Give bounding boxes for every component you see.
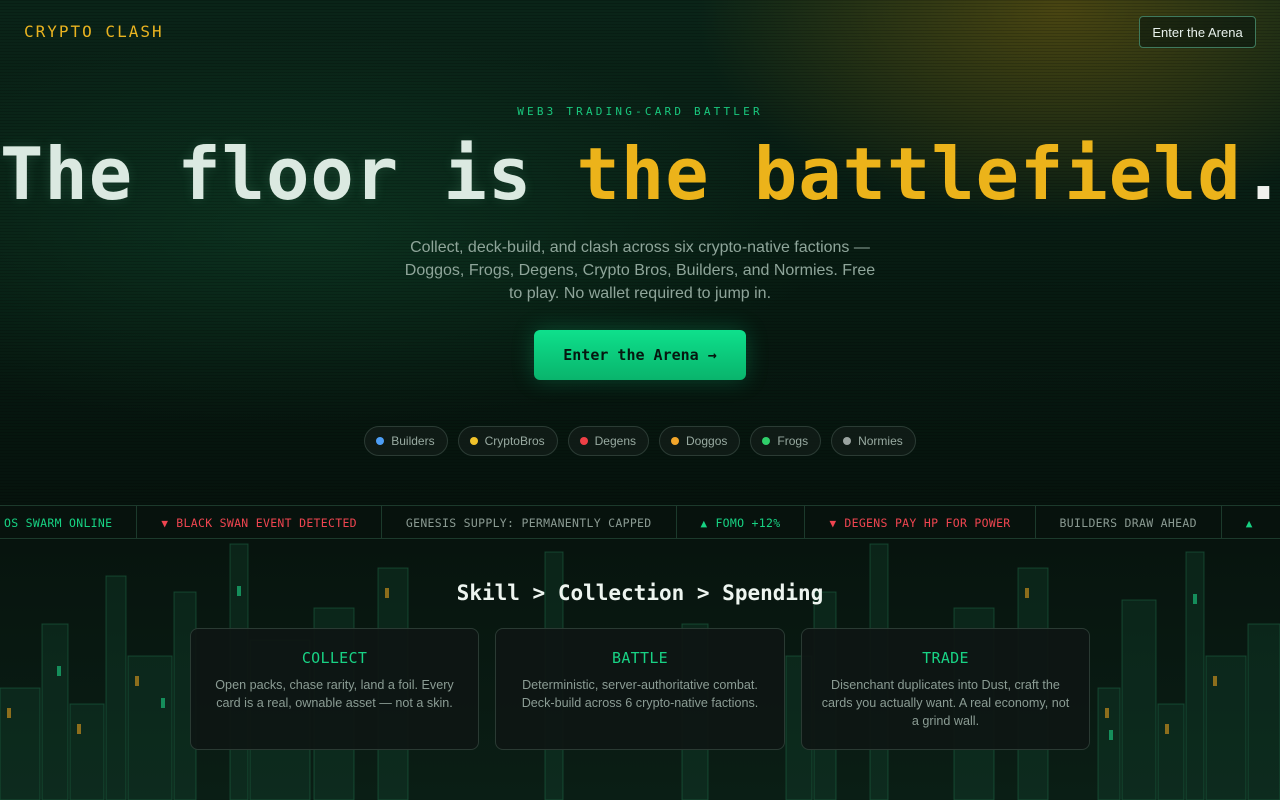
faction-label: Doggos — [686, 434, 728, 448]
hero-eyebrow: WEB3 TRADING-CARD BATTLER — [517, 105, 763, 118]
ticker-text: BUILDERS DRAW AHEAD — [1059, 516, 1197, 530]
faction-chip-degens[interactable]: Degens — [567, 426, 650, 456]
ticker-item: OS SWARM ONLINE — [0, 506, 138, 538]
headline-highlight: the battlefield — [576, 132, 1242, 216]
ticker-item: ▲ — [1222, 506, 1280, 538]
features-title: Skill > Collection > Spending — [456, 581, 824, 605]
hero-subtitle: Collect, deck-build, and clash across si… — [404, 239, 876, 302]
ticker-item: BUILDERS DRAW AHEAD — [1036, 506, 1222, 538]
faction-label: Builders — [391, 434, 435, 448]
faction-dot-icon — [376, 437, 385, 445]
faction-chip-frogs[interactable]: Frogs — [750, 426, 822, 456]
nav-enter-arena-button[interactable]: Enter the Arena — [1139, 16, 1256, 48]
faction-label: Degens — [594, 434, 637, 448]
ticker-item: GENESIS SUPPLY: PERMANENTLY CAPPED — [382, 506, 677, 538]
feature-card-body: Deterministic, server-authoritative comb… — [521, 678, 759, 710]
feature-card-title: TRADE — [922, 649, 969, 667]
hero-headline: The floor is the battlefield. — [0, 128, 1280, 220]
feature-card-title: COLLECT — [301, 649, 368, 667]
faction-label: Normies — [858, 434, 903, 448]
feature-card-body: Disenchant duplicates into Dust, craft t… — [821, 678, 1070, 728]
ticker-item: ▼ DEGENS PAY HP FOR POWER — [805, 506, 1036, 538]
feature-card-collect: COLLECT Open packs, chase rarity, land a… — [190, 628, 479, 750]
ticker-track: OS SWARM ONLINE ▼ BLACK SWAN EVENT DETEC… — [0, 506, 1280, 538]
faction-chip-cryptobros[interactable]: CryptoBros — [457, 426, 558, 456]
faction-chip-normies[interactable]: Normies — [831, 426, 916, 456]
feature-card-title: BATTLE — [612, 649, 668, 667]
faction-label: CryptoBros — [484, 434, 545, 448]
hero-section: CRYPTO CLASH Enter the Arena WEB3 TRADIN… — [0, 0, 1280, 505]
hero-enter-arena-button[interactable]: Enter the Arena → — [534, 330, 746, 380]
faction-dot-icon — [843, 437, 852, 445]
feature-card-trade: TRADE Disenchant duplicates into Dust, c… — [801, 628, 1090, 750]
faction-dot-icon — [469, 437, 478, 445]
feature-card-body: Open packs, chase rarity, land a foil. E… — [215, 678, 454, 710]
ticker-text: DEGENS PAY HP FOR POWER — [844, 516, 1011, 530]
headline-prefix: The floor is — [0, 132, 577, 216]
trend-arrow-icon: ▲ — [1245, 516, 1253, 530]
features-section: Skill > Collection > Spending COLLECT Op… — [0, 540, 1280, 800]
trend-arrow-icon: ▼ — [829, 516, 837, 530]
ticker-text: FOMO +12% — [715, 516, 781, 530]
trend-arrow-icon: ▲ — [700, 516, 708, 530]
faction-chip-builders[interactable]: Builders — [364, 426, 448, 456]
ticker-text: GENESIS SUPPLY: PERMANENTLY CAPPED — [405, 516, 652, 530]
ticker-text: BLACK SWAN EVENT DETECTED — [176, 516, 357, 530]
ticker-text: OS SWARM ONLINE — [4, 516, 113, 530]
faction-label: Frogs — [777, 434, 809, 448]
trend-arrow-icon: ▼ — [161, 516, 169, 530]
ticker-item: ▼ BLACK SWAN EVENT DETECTED — [137, 506, 382, 538]
faction-dot-icon — [671, 437, 680, 445]
feature-card-battle: BATTLE Deterministic, server-authoritati… — [495, 628, 785, 750]
faction-chip-doggos[interactable]: Doggos — [659, 426, 741, 456]
faction-dot-icon — [579, 437, 588, 445]
ticker-item: ▲ FOMO +12% — [677, 506, 806, 538]
headline-period: . — [1242, 132, 1280, 216]
faction-chip-list: Builders CryptoBros Degens Doggos Frogs … — [0, 426, 1280, 456]
brand-logo[interactable]: CRYPTO CLASH — [24, 22, 164, 41]
faction-dot-icon — [762, 437, 771, 445]
news-ticker: OS SWARM ONLINE ▼ BLACK SWAN EVENT DETEC… — [0, 505, 1280, 539]
